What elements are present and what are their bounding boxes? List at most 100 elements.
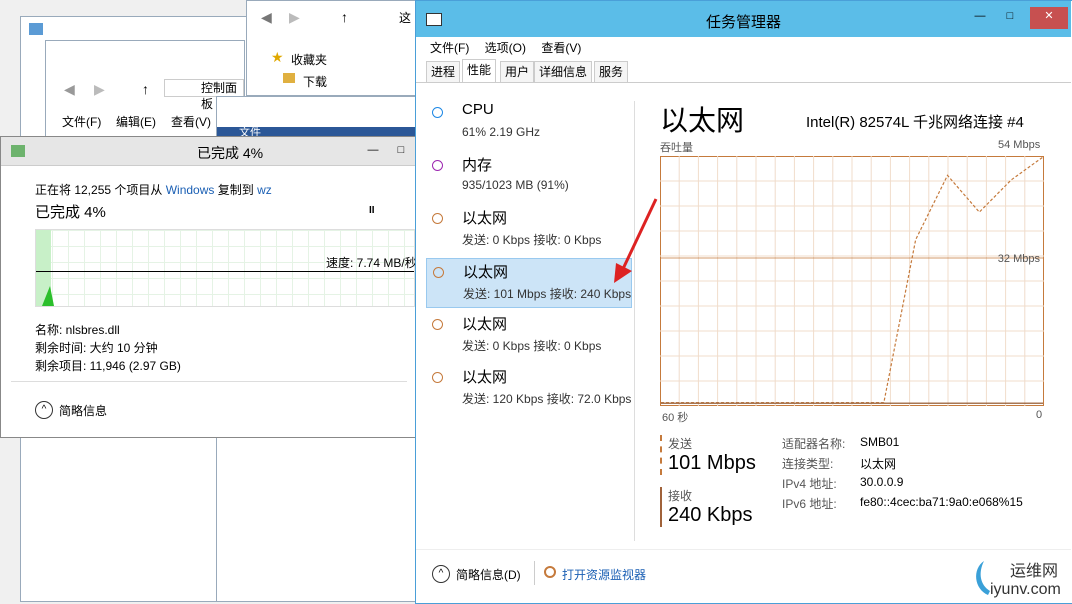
copy-maximize-button[interactable]: □ <box>387 141 415 161</box>
time-axis-left: 60 秒 <box>662 412 689 424</box>
tab-performance[interactable]: 性能 <box>462 59 497 82</box>
sidebar-item-0[interactable]: CPU 61% 2.19 GHz <box>426 99 632 149</box>
watermark-en: iyunv.com <box>990 581 1061 598</box>
speed-graph: 速度: 7.74 MB/秒 <box>35 229 417 307</box>
sidebar-item-detail: 61% 2.19 GHz <box>462 125 541 139</box>
send-label: 发送 <box>668 437 693 451</box>
top-up-icon[interactable]: ↑ <box>341 9 348 25</box>
menu-options[interactable]: 选项(O) <box>485 41 526 55</box>
throughput-chart: 32 Mbps <box>660 156 1044 406</box>
progress-heading: 已完成 4% <box>35 204 106 221</box>
tab-users[interactable]: 用户 <box>500 61 535 82</box>
sidebar-item-name: 以太网 <box>462 316 508 333</box>
footer-divider <box>416 549 1071 550</box>
property-value: 30.0.0.9 <box>860 475 904 489</box>
nav-favorites[interactable]: 收藏夹 <box>291 51 327 68</box>
items-remaining-line: 剩余项目: 11,946 (2.97 GB) <box>35 359 181 373</box>
footer-summary-toggle[interactable]: 简略信息(D) <box>456 566 521 583</box>
status-circle-icon <box>432 372 443 383</box>
status-circle-icon <box>432 213 443 224</box>
menu-file[interactable]: 文件(F) <box>62 113 101 130</box>
minimize-button[interactable]: — <box>966 7 994 27</box>
speed-spike <box>42 286 54 306</box>
sidebar-item-3[interactable]: 以太网 发送: 101 Mbps 接收: 240 Kbps <box>426 258 632 308</box>
property-key: IPv6 地址: <box>782 497 837 511</box>
menu-view[interactable]: 查看(V) <box>171 113 211 130</box>
menu-view[interactable]: 查看(V) <box>541 41 581 55</box>
back-icon[interactable]: ◀ <box>64 81 75 98</box>
property-value: fe80::4cec:ba71:9a0:e068%15 <box>860 495 1023 509</box>
sidebar-item-detail: 发送: 120 Kbps 接收: 72.0 Kbps <box>462 392 632 406</box>
sidebar-item-detail: 发送: 0 Kbps 接收: 0 Kbps <box>462 339 602 353</box>
speed-line <box>36 271 414 272</box>
close-button[interactable]: ✕ <box>1030 7 1068 29</box>
tab-services[interactable]: 服务 <box>594 61 629 82</box>
chevron-up-icon[interactable]: ^ <box>35 401 53 419</box>
mid-axis-label: 32 Mbps <box>998 253 1041 265</box>
chevron-up-icon[interactable]: ^ <box>432 565 450 583</box>
source-link[interactable]: Windows <box>166 183 215 197</box>
time-axis-right: 0 <box>1036 409 1043 421</box>
copy-status-line: 正在将 12,255 个项目从 Windows 复制到 wz <box>35 181 272 198</box>
window-icon <box>29 23 43 35</box>
dest-link[interactable]: wz <box>257 183 272 197</box>
status-prefix: 正在将 12,255 个项目从 <box>35 183 166 197</box>
sidebar-item-name: 内存 <box>462 157 493 174</box>
menu-edit[interactable]: 编辑(E) <box>116 113 156 130</box>
copy-minimize-button[interactable]: — <box>359 141 387 161</box>
divider <box>11 381 407 382</box>
footer-separator <box>534 561 535 585</box>
property-value: SMB01 <box>860 435 900 449</box>
status-circle-icon <box>433 267 444 278</box>
tab-processes[interactable]: 进程 <box>426 61 461 82</box>
time-remaining-line: 剩余时间: 大约 10 分钟 <box>35 341 158 355</box>
sidebar-item-name: 以太网 <box>463 264 509 281</box>
sidebar-item-1[interactable]: 内存 935/1023 MB (91%) <box>426 152 632 202</box>
detail-heading: 以太网 <box>660 105 745 136</box>
sidebar-item-name: 以太网 <box>462 369 508 386</box>
throughput-label: 吞吐量 <box>660 142 693 154</box>
sidebar-item-2[interactable]: 以太网 发送: 0 Kbps 接收: 0 Kbps <box>426 205 632 255</box>
folder-icon <box>283 73 295 83</box>
background-explorer-window-top: ◀ ▶ ↑ 这 ★ 收藏夹 下载 <box>246 0 416 96</box>
pause-button[interactable]: II <box>369 205 375 216</box>
sidebar-item-5[interactable]: 以太网发送: 120 Kbps 接收: 72.0 Kbps <box>426 364 632 414</box>
recv-indicator <box>660 487 662 527</box>
sidebar-divider <box>634 101 635 541</box>
open-resource-monitor-link[interactable]: 打开资源监视器 <box>562 566 646 583</box>
copy-dialog-titlebar[interactable]: 已完成 4% — □ <box>1 137 417 166</box>
copy-dialog-title: 已完成 4% <box>197 145 264 161</box>
tab-details[interactable]: 详细信息 <box>534 61 593 82</box>
address-bar[interactable]: 控制面板 <box>164 79 244 111</box>
file-name-line: 名称: nlsbres.dll <box>35 323 120 337</box>
recv-label: 接收 <box>668 489 693 503</box>
forward-icon[interactable]: ▶ <box>94 81 105 98</box>
up-icon[interactable]: ↑ <box>142 81 149 97</box>
task-manager-title: 任务管理器 <box>706 14 782 31</box>
task-manager-window: 任务管理器 — □ ✕ 文件(F) 选项(O) 查看(V) 进程 性能 用户 详… <box>415 0 1072 604</box>
background-explorer-window-2: ◀ ▶ ↑ 控制面板 文件(F) 编辑(E) 查看(V) <box>45 40 245 140</box>
top-forward-icon[interactable]: ▶ <box>289 9 300 26</box>
sidebar-item-name: 以太网 <box>462 210 508 227</box>
top-back-icon[interactable]: ◀ <box>261 9 272 26</box>
nav-downloads[interactable]: 下载 <box>303 73 327 90</box>
tab-divider <box>416 82 1071 83</box>
property-value: 以太网 <box>860 457 897 471</box>
recv-value: 240 Kbps <box>668 504 753 526</box>
maximize-button[interactable]: □ <box>996 7 1024 27</box>
resource-monitor-icon <box>544 566 556 578</box>
status-circle-icon <box>432 107 443 118</box>
sidebar-item-detail: 935/1023 MB (91%) <box>462 178 569 192</box>
copy-progress-dialog: 已完成 4% — □ 正在将 12,255 个项目从 Windows 复制到 w… <box>0 136 418 438</box>
property-key: IPv4 地址: <box>782 477 837 491</box>
summary-toggle[interactable]: 简略信息 <box>59 402 107 419</box>
max-axis-label: 54 Mbps <box>998 139 1041 151</box>
sidebar-item-4[interactable]: 以太网发送: 0 Kbps 接收: 0 Kbps <box>426 311 632 361</box>
task-manager-icon <box>426 13 442 26</box>
menu-file[interactable]: 文件(F) <box>430 41 469 55</box>
star-icon: ★ <box>271 49 284 65</box>
adapter-name: Intel(R) 82574L 千兆网络连接 #4 <box>806 114 1024 131</box>
status-circle-icon <box>432 319 443 330</box>
copy-icon <box>11 145 25 157</box>
task-manager-titlebar[interactable]: 任务管理器 — □ ✕ <box>416 1 1071 37</box>
